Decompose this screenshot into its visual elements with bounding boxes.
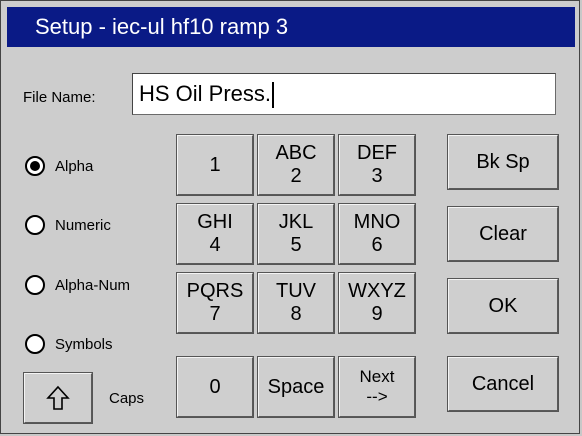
key-3[interactable]: DEF 3 <box>338 134 416 196</box>
key-5[interactable]: JKL 5 <box>257 203 335 265</box>
cancel-label: Cancel <box>471 372 535 395</box>
key-1[interactable]: 1 <box>176 134 254 196</box>
key-letters: PQRS <box>186 280 244 302</box>
file-name-label: File Name: <box>23 89 96 106</box>
key-digit: 0 <box>209 375 221 398</box>
text-caret <box>272 82 275 109</box>
backspace-button[interactable]: Bk Sp <box>447 134 559 190</box>
up-arrow-icon <box>46 385 70 410</box>
key-2[interactable]: ABC 2 <box>257 134 335 196</box>
caps-shift-button[interactable] <box>23 372 93 424</box>
clear-label: Clear <box>479 222 527 245</box>
key-letters: TUV <box>276 280 316 302</box>
key-letters: GHI <box>197 211 233 233</box>
mode-radio-alpha-num[interactable]: Alpha-Num <box>25 275 130 295</box>
backspace-label: Bk Sp <box>476 150 530 173</box>
key-7[interactable]: PQRS 7 <box>176 272 254 334</box>
key-8[interactable]: TUV 8 <box>257 272 335 334</box>
key-letters: DEF <box>357 142 397 164</box>
key-digit: 5 <box>290 234 302 256</box>
key-label: Next <box>359 367 395 386</box>
key-digit: 2 <box>290 165 302 187</box>
key-digit: 6 <box>371 234 383 256</box>
key-digit: 9 <box>371 303 383 325</box>
mode-label: Numeric <box>55 216 111 234</box>
radio-unselected-icon <box>25 334 45 354</box>
setup-dialog: Setup - iec-ul hf10 ramp 3 File Name: HS… <box>0 0 580 434</box>
radio-unselected-icon <box>25 215 45 235</box>
key-space[interactable]: Space <box>257 356 335 418</box>
clear-button[interactable]: Clear <box>447 206 559 262</box>
title-bar: Setup - iec-ul hf10 ramp 3 <box>7 7 575 47</box>
key-letters: MNO <box>353 211 401 233</box>
key-digit: 1 <box>209 153 221 176</box>
mode-radio-numeric[interactable]: Numeric <box>25 215 111 235</box>
mode-label: Alpha <box>55 157 94 175</box>
key-4[interactable]: GHI 4 <box>176 203 254 265</box>
key-arrow: --> <box>366 387 388 406</box>
window-title: Setup - iec-ul hf10 ramp 3 <box>35 14 289 39</box>
mode-radio-symbols[interactable]: Symbols <box>25 334 113 354</box>
key-next[interactable]: Next --> <box>338 356 416 418</box>
key-label: Space <box>267 375 325 398</box>
ok-button[interactable]: OK <box>447 278 559 334</box>
key-digit: 8 <box>290 303 302 325</box>
file-name-input[interactable]: HS Oil Press. <box>132 73 556 115</box>
radio-selected-icon <box>25 156 45 176</box>
file-name-value: HS Oil Press. <box>139 81 272 106</box>
key-letters: WXYZ <box>348 280 406 302</box>
radio-unselected-icon <box>25 275 45 295</box>
mode-radio-alpha[interactable]: Alpha <box>25 156 93 176</box>
ok-label: OK <box>488 294 518 317</box>
mode-label: Symbols <box>55 335 113 353</box>
key-letters: JKL <box>278 211 314 233</box>
mode-label: Alpha-Num <box>55 276 131 294</box>
key-9[interactable]: WXYZ 9 <box>338 272 416 334</box>
key-6[interactable]: MNO 6 <box>338 203 416 265</box>
caps-label: Caps <box>109 390 145 407</box>
key-digit: 7 <box>209 303 221 325</box>
key-digit: 3 <box>371 165 383 187</box>
key-letters: ABC <box>275 142 317 164</box>
cancel-button[interactable]: Cancel <box>447 356 559 412</box>
key-digit: 4 <box>209 234 221 256</box>
key-0[interactable]: 0 <box>176 356 254 418</box>
